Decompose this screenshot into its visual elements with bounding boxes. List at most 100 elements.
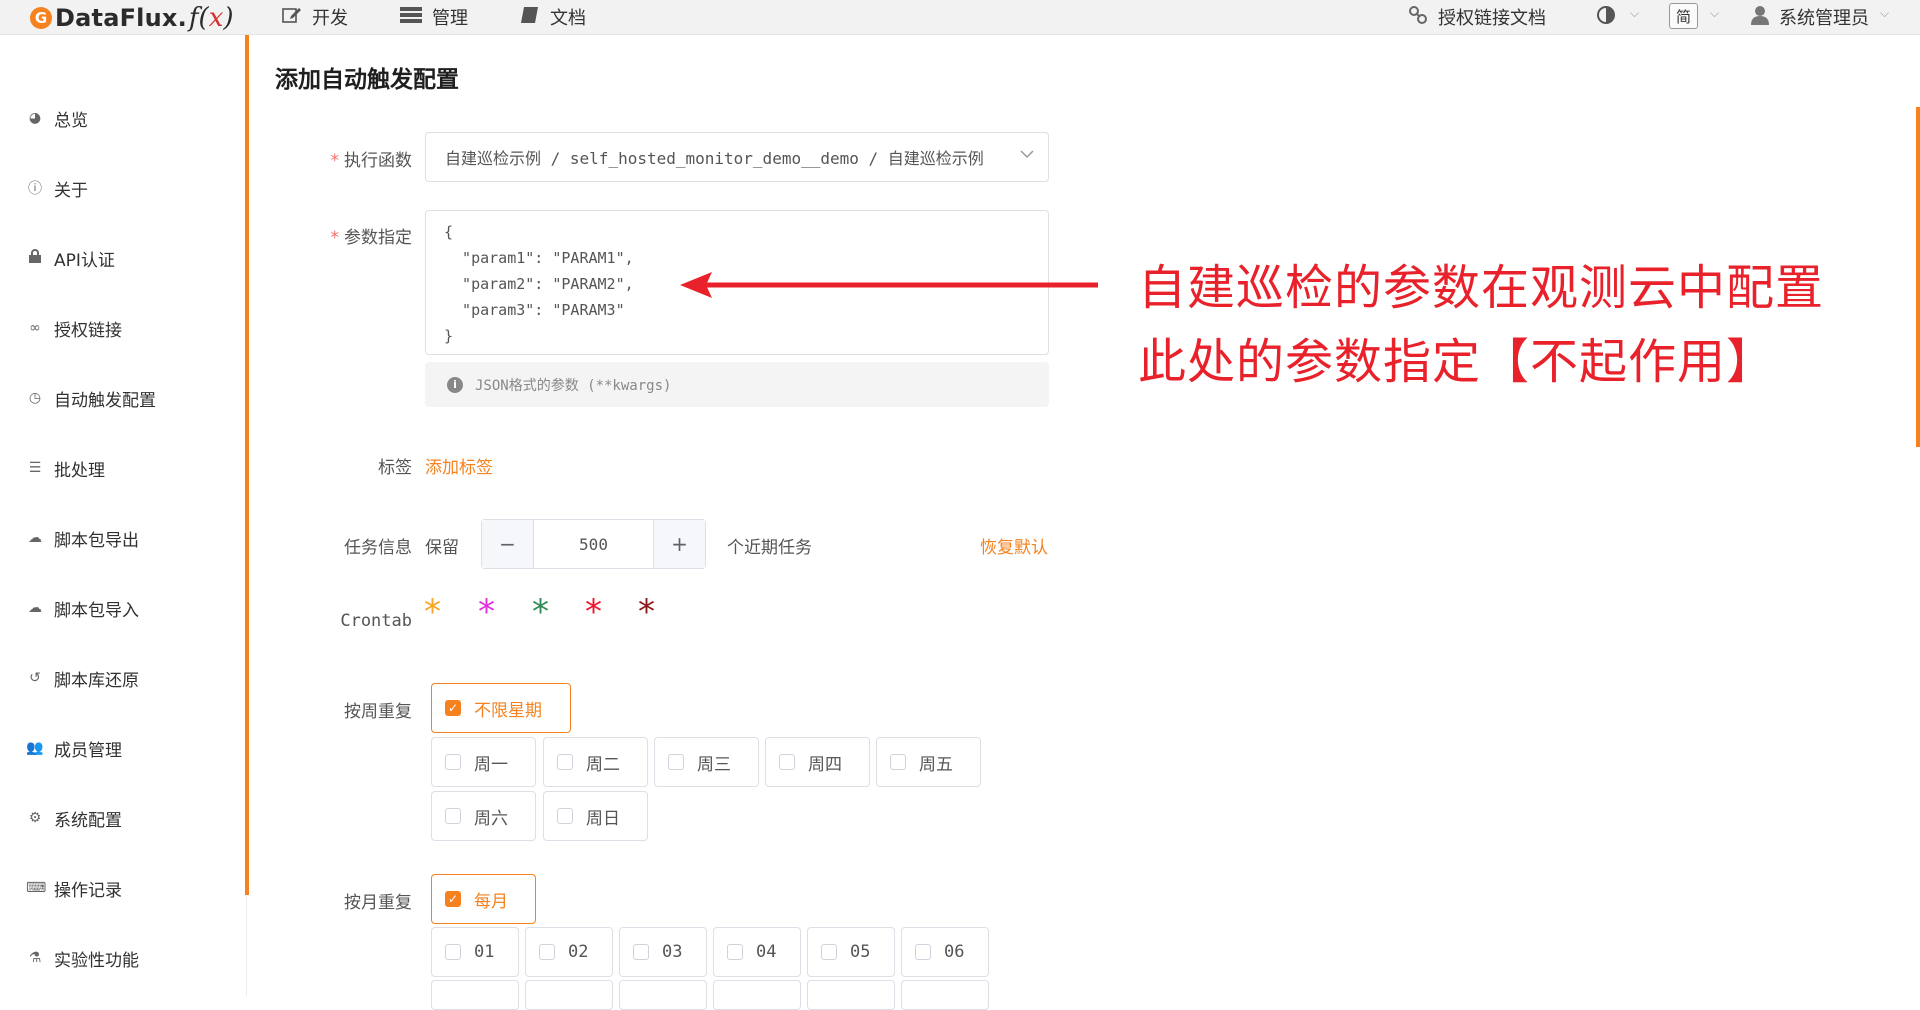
logo-name: DataFlux — [55, 3, 178, 32]
crontab-label: Crontab — [340, 611, 412, 631]
weekday-checkbox[interactable]: 周六 — [431, 791, 536, 841]
month-checkbox[interactable]: 02 — [525, 927, 613, 977]
month-checkbox[interactable]: 03 — [619, 927, 707, 977]
clock-icon: ◷ — [28, 390, 42, 406]
nav-auth-docs[interactable]: 授权链接文档 — [1408, 4, 1546, 30]
weekday-any-checkbox[interactable]: ✓ 不限星期 — [431, 683, 571, 733]
manage-icon — [400, 6, 422, 28]
sidebar-item-about[interactable]: ⓘ 关于 — [26, 176, 88, 201]
logo-fx: f(x) — [188, 2, 234, 33]
weekly-label: 按周重复 — [344, 702, 412, 722]
month-any-checkbox[interactable]: ✓ 每月 — [431, 874, 536, 924]
keyboard-icon: ⌨ — [26, 880, 47, 896]
cloud-download-icon: ☁ — [28, 530, 42, 546]
contrast-icon — [1596, 5, 1616, 30]
annotation-line-1: 自建巡检的参数在观测云中配置 — [1138, 260, 1825, 316]
lang-switch[interactable]: 简 — [1669, 3, 1698, 29]
logo-dot: . — [177, 3, 187, 32]
month-checkbox-partial[interactable] — [901, 980, 989, 1010]
history-icon: ↺ — [29, 670, 41, 686]
chevron-down-icon[interactable]: ⌵ — [1630, 6, 1639, 21]
tags-label: 标签 — [378, 458, 412, 478]
sidebar-item-experimental[interactable]: ⚗ 实验性功能 — [26, 946, 139, 971]
edit-icon — [282, 6, 302, 29]
nav-dev[interactable]: 开发 — [282, 4, 348, 30]
crontab-minute-star[interactable]: * — [424, 592, 441, 632]
weekday-checkbox[interactable]: 周一 — [431, 737, 536, 787]
crontab-week-star[interactable]: * — [638, 592, 655, 632]
decrement-button[interactable]: − — [482, 520, 534, 568]
monthly-label: 按月重复 — [344, 893, 412, 913]
annotation-line-2: 此处的参数指定【不起作用】 — [1138, 334, 1776, 390]
month-checkbox[interactable]: 05 — [807, 927, 895, 977]
month-checkbox[interactable]: 06 — [901, 927, 989, 977]
increment-button[interactable]: + — [653, 520, 705, 568]
sidebar: ◕ 总览 ⓘ 关于 API认证 ∞ 授权链接 ◷ 自动触发配置 ☰ 批处理 ☁ 脚本包导出 … — [0, 35, 247, 996]
month-checkbox[interactable]: 01 — [431, 927, 519, 977]
keep-text: 保留 — [425, 538, 459, 558]
sidebar-item-auto-trigger[interactable]: ◷ 自动触发配置 — [26, 386, 156, 411]
dashboard-icon: ◕ — [28, 110, 42, 126]
sidebar-item-system-config[interactable]: ⚙ 系统配置 — [26, 806, 122, 831]
crontab-day-star[interactable]: * — [532, 592, 549, 632]
weekday-checkbox[interactable]: 周二 — [543, 737, 648, 787]
chevron-down-icon[interactable]: ⌵ — [1880, 6, 1889, 21]
chevron-down-icon[interactable]: ⌵ — [1710, 6, 1719, 21]
params-hint: i JSON格式的参数 (**kwargs) — [425, 362, 1049, 407]
month-checkbox-partial[interactable] — [431, 980, 519, 1010]
cloud-upload-icon: ☁ — [28, 600, 42, 616]
month-checkbox-partial[interactable] — [807, 980, 895, 1010]
sidebar-item-restore[interactable]: ↺ 脚本库还原 — [26, 666, 139, 691]
scrollbar[interactable] — [1916, 107, 1920, 447]
month-checkbox-partial[interactable] — [619, 980, 707, 1010]
sidebar-item-members[interactable]: 👥 成员管理 — [26, 736, 122, 761]
sidebar-item-export[interactable]: ☁ 脚本包导出 — [26, 526, 139, 551]
sidebar-item-batch[interactable]: ☰ 批处理 — [26, 456, 105, 481]
chevron-down-icon — [1020, 148, 1034, 163]
page-title: 添加自动触发配置 — [275, 67, 459, 93]
crontab-month-star[interactable]: * — [585, 592, 602, 632]
info-icon: ⓘ — [28, 181, 42, 197]
restore-default-link[interactable]: 恢复默认 — [980, 533, 1048, 558]
link-icon: ∞ — [29, 320, 41, 336]
annotation-arrow — [680, 272, 1098, 298]
sidebar-item-import[interactable]: ☁ 脚本包导入 — [26, 596, 139, 621]
gear-icon: ⚙ — [28, 810, 42, 826]
sidebar-item-api-auth[interactable]: API认证 — [26, 246, 115, 271]
add-tag-link[interactable]: 添加标签 — [425, 453, 493, 478]
info-icon: i — [447, 376, 463, 393]
month-checkbox-partial[interactable] — [713, 980, 801, 1010]
weekday-checkbox[interactable]: 周五 — [876, 737, 981, 787]
keep-count-stepper: − 500 + — [481, 519, 706, 569]
func-select[interactable]: 自建巡检示例 / self_hosted_monitor_demo__demo … — [425, 132, 1049, 182]
sidebar-item-operation-log[interactable]: ⌨ 操作记录 — [26, 876, 122, 901]
theme-toggle[interactable] — [1596, 4, 1616, 30]
top-nav: G DataFlux . f(x) 开发 管理 文档 授权链接文档 ⌵ 简 ⌵ — [0, 0, 1920, 35]
crontab-hour-star[interactable]: * — [478, 592, 495, 632]
logo-g-icon: G — [30, 6, 52, 29]
user-icon — [1751, 5, 1769, 30]
keep-count-input[interactable]: 500 — [534, 520, 653, 568]
sidebar-item-overview[interactable]: ◕ 总览 — [26, 106, 88, 131]
user-menu[interactable]: 系统管理员 — [1751, 4, 1869, 30]
nav-docs[interactable]: 文档 — [520, 4, 586, 30]
weekday-checkbox[interactable]: 周日 — [543, 791, 648, 841]
flask-icon: ⚗ — [28, 950, 42, 966]
task-info-label: 任务信息 — [344, 538, 412, 558]
recent-tasks-text: 个近期任务 — [727, 538, 812, 558]
batch-icon: ☰ — [28, 460, 42, 476]
logo[interactable]: G DataFlux . f(x) — [30, 2, 234, 33]
weekday-checkbox[interactable]: 周四 — [765, 737, 870, 787]
func-label: * 执行函数 — [330, 151, 413, 171]
check-icon: ✓ — [445, 700, 461, 716]
users-icon: 👥 — [26, 740, 44, 756]
sidebar-splitter[interactable] — [245, 35, 249, 895]
sidebar-item-auth-link[interactable]: ∞ 授权链接 — [26, 316, 122, 341]
weekday-checkbox[interactable]: 周三 — [654, 737, 759, 787]
month-checkbox-partial[interactable] — [525, 980, 613, 1010]
lock-icon — [26, 249, 44, 267]
nav-manage[interactable]: 管理 — [400, 4, 468, 30]
check-icon: ✓ — [445, 891, 461, 907]
book-icon — [520, 6, 540, 29]
month-checkbox[interactable]: 04 — [713, 927, 801, 977]
